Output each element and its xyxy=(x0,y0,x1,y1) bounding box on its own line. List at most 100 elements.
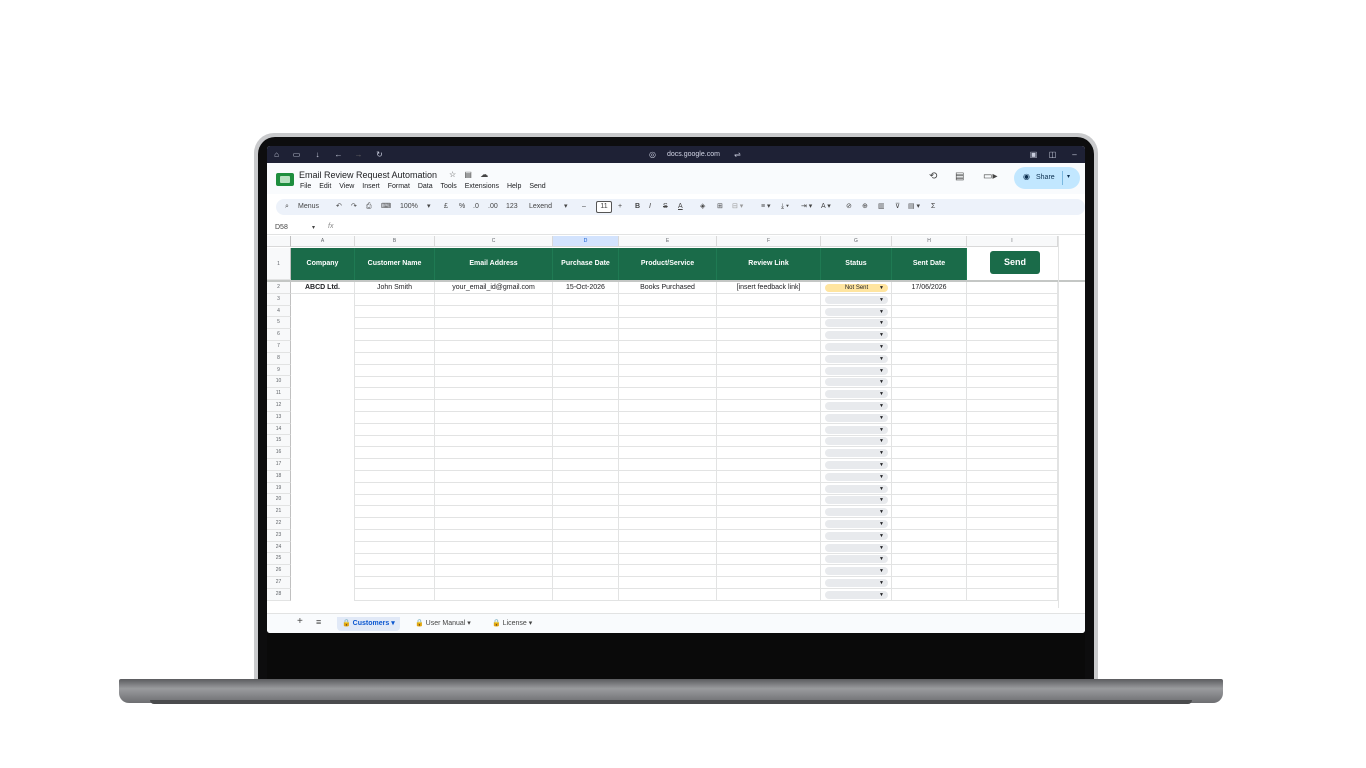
chevron-down-icon[interactable]: ▼ xyxy=(879,461,884,469)
empty-cell[interactable] xyxy=(619,400,717,412)
zoom-select[interactable]: 100% xyxy=(400,202,418,212)
empty-cell[interactable] xyxy=(435,305,553,318)
empty-cell[interactable] xyxy=(553,577,619,589)
status-dropdown[interactable]: ▼ xyxy=(825,449,888,458)
empty-cell[interactable] xyxy=(355,577,435,589)
meet-icon[interactable]: ▭▸ xyxy=(983,171,997,182)
font-select[interactable]: Lexend xyxy=(529,202,552,212)
chevron-down-icon[interactable]: ▼ xyxy=(879,520,884,528)
empty-cell[interactable] xyxy=(967,529,1058,542)
menu-help[interactable]: Help xyxy=(507,183,521,190)
chevron-down-icon[interactable]: ▾ xyxy=(427,202,431,212)
empty-cell[interactable] xyxy=(435,518,553,530)
chevron-down-icon[interactable]: ▼ xyxy=(879,579,884,587)
column-header-g[interactable]: G xyxy=(821,236,892,247)
sheets-logo-icon[interactable] xyxy=(276,173,294,186)
empty-cell[interactable] xyxy=(892,341,967,353)
move-folder-icon[interactable]: ▤ xyxy=(464,170,472,179)
empty-cell[interactable] xyxy=(435,553,553,566)
empty-cell[interactable] xyxy=(892,459,967,471)
empty-cell[interactable] xyxy=(717,423,821,436)
empty-cell[interactable] xyxy=(291,518,355,530)
chevron-down-icon[interactable]: ▼ xyxy=(879,367,884,375)
status-dropdown[interactable]: ▼ xyxy=(825,390,888,399)
empty-cell[interactable] xyxy=(291,364,355,377)
empty-cell[interactable] xyxy=(355,341,435,353)
menu-send[interactable]: Send xyxy=(529,183,545,190)
row-number[interactable]: 25 xyxy=(267,553,291,566)
filter-icon[interactable]: ⊽ xyxy=(895,202,900,212)
row-number[interactable]: 20 xyxy=(267,494,291,507)
empty-cell[interactable] xyxy=(553,352,619,365)
empty-cell[interactable] xyxy=(619,470,717,483)
rotate-icon[interactable]: A ▾ xyxy=(821,202,831,212)
chevron-down-icon[interactable]: ▼ xyxy=(879,308,884,316)
menu-data[interactable]: Data xyxy=(418,183,433,190)
empty-cell[interactable] xyxy=(967,588,1058,601)
row-number[interactable]: 16 xyxy=(267,447,291,459)
comment-icon[interactable]: ⊕ xyxy=(862,202,868,212)
email-cell[interactable]: your_email_id@gmail.com xyxy=(435,282,553,294)
decrease-decimal[interactable]: .0 xyxy=(473,202,479,212)
empty-cell[interactable] xyxy=(435,494,553,507)
menus-search[interactable]: Menus xyxy=(298,202,319,212)
empty-cell[interactable] xyxy=(619,541,717,554)
status-dropdown[interactable]: ▼ xyxy=(825,343,888,351)
empty-cell[interactable] xyxy=(619,293,717,306)
chevron-down-icon[interactable]: ▼ xyxy=(879,555,884,563)
empty-cell[interactable] xyxy=(553,435,619,448)
reload-icon[interactable]: ↻ xyxy=(374,149,385,160)
header-cell[interactable]: Purchase Date xyxy=(553,248,619,280)
empty-cell[interactable] xyxy=(553,376,619,389)
empty-cell[interactable] xyxy=(619,352,717,365)
empty-cell[interactable] xyxy=(892,411,967,424)
empty-cell[interactable] xyxy=(553,305,619,318)
row-number[interactable]: 5 xyxy=(267,317,291,330)
empty-cell[interactable] xyxy=(291,529,355,542)
status-dropdown[interactable]: ▼ xyxy=(825,413,888,422)
empty-cell[interactable] xyxy=(291,553,355,566)
font-size-input[interactable]: 11 xyxy=(596,201,612,213)
empty-cell[interactable] xyxy=(435,341,553,353)
chevron-down-icon[interactable]: ▼ xyxy=(879,473,884,481)
chevron-down-icon[interactable]: ▼ xyxy=(879,378,884,386)
strikethrough-icon[interactable]: S xyxy=(663,202,668,212)
row-number[interactable]: 10 xyxy=(267,376,291,389)
status-dropdown[interactable]: ▼ xyxy=(825,472,888,481)
empty-cell[interactable] xyxy=(967,352,1058,365)
empty-cell[interactable] xyxy=(291,482,355,495)
empty-cell[interactable] xyxy=(619,411,717,424)
back-icon[interactable]: ← xyxy=(333,149,344,160)
empty-cell[interactable] xyxy=(717,411,821,424)
vertical-scrollbar[interactable] xyxy=(1058,236,1059,608)
empty-cell[interactable] xyxy=(967,411,1058,424)
empty-cell[interactable] xyxy=(892,317,967,330)
empty-cell[interactable] xyxy=(355,447,435,460)
empty-cell[interactable] xyxy=(892,293,967,306)
forward-icon[interactable]: → xyxy=(353,149,364,160)
empty-cell[interactable] xyxy=(967,506,1058,519)
empty-cell[interactable] xyxy=(619,459,717,471)
row-number[interactable]: 4 xyxy=(267,305,291,318)
row-number[interactable]: 28 xyxy=(267,588,291,601)
row-number[interactable]: 13 xyxy=(267,411,291,424)
status-dropdown[interactable]: ▼ xyxy=(825,319,888,328)
empty-cell[interactable] xyxy=(355,352,435,365)
empty-cell[interactable] xyxy=(553,329,619,342)
row-number[interactable]: 11 xyxy=(267,388,291,400)
status-dropdown[interactable]: ▼ xyxy=(825,567,888,576)
empty-cell[interactable] xyxy=(967,435,1058,448)
empty-cell[interactable] xyxy=(291,494,355,507)
empty-cell[interactable] xyxy=(619,588,717,601)
row-number[interactable]: 9 xyxy=(267,364,291,377)
row-number[interactable]: 18 xyxy=(267,470,291,483)
empty-cell[interactable] xyxy=(355,435,435,448)
empty-cell[interactable] xyxy=(717,482,821,495)
share-button[interactable]: ◉ Share ▾ xyxy=(1014,167,1080,189)
empty-cell[interactable] xyxy=(355,506,435,519)
home-icon[interactable]: ⌂ xyxy=(271,149,282,160)
empty-cell[interactable] xyxy=(892,577,967,589)
empty-cell[interactable] xyxy=(291,435,355,448)
column-header-i[interactable]: I xyxy=(967,236,1058,247)
chevron-down-icon[interactable]: ▼ xyxy=(879,390,884,398)
